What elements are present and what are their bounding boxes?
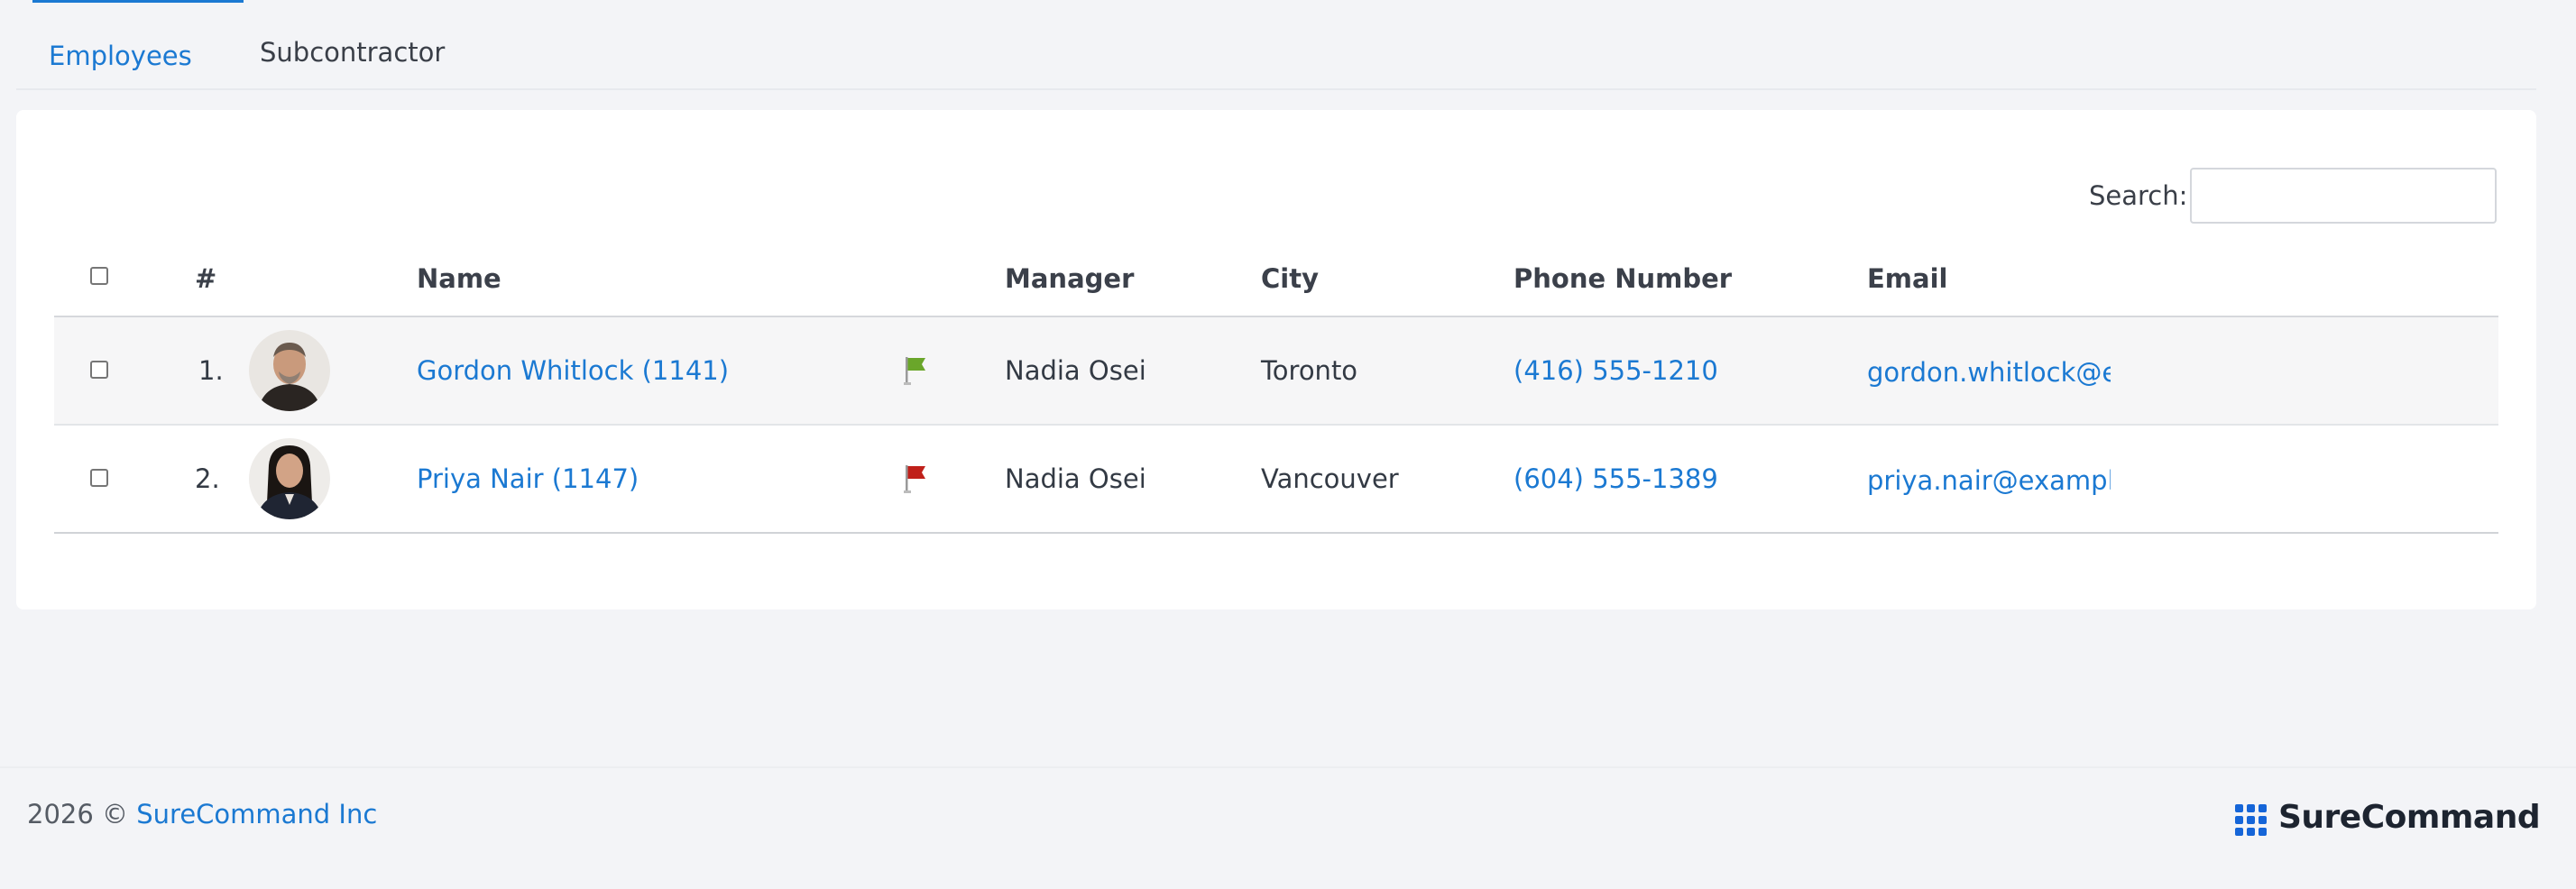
employee-name-link[interactable]: Gordon Whitlock (1141)	[417, 355, 729, 386]
select-all-checkbox[interactable]	[90, 267, 108, 285]
company-link[interactable]: SureCommand Inc	[136, 799, 377, 829]
tab-employees[interactable]: Employees	[32, 0, 244, 88]
row-checkbox[interactable]	[90, 361, 108, 379]
search-input[interactable]	[2190, 168, 2497, 224]
row-index: 2.	[195, 463, 220, 494]
employee-name-link[interactable]: Priya Nair (1147)	[417, 463, 639, 494]
search-label: Search:	[2089, 180, 2188, 211]
manager-cell: Nadia Osei	[1005, 463, 1146, 494]
status-flag-icon	[904, 465, 925, 493]
grid-logo-icon	[2235, 804, 2267, 836]
city-cell: Vancouver	[1261, 463, 1399, 494]
copyright: 2026 © SureCommand Inc	[27, 799, 377, 829]
header-phone[interactable]: Phone Number	[1513, 263, 1732, 294]
table-row: 1. Gordon Whitlock (1141) Nadia Osei Tor…	[54, 317, 2498, 426]
employee-table-card: Search: # Name Manager City Phone Number…	[16, 110, 2536, 609]
status-flag-icon	[904, 357, 925, 385]
row-index: 1.	[198, 355, 224, 386]
header-email[interactable]: Email	[1867, 263, 1947, 294]
row-checkbox[interactable]	[90, 469, 108, 487]
phone-link[interactable]: (604) 555-1389	[1513, 463, 1718, 494]
phone-link[interactable]: (416) 555-1210	[1513, 355, 1718, 386]
employee-avatar	[249, 438, 330, 519]
employee-avatar	[249, 330, 330, 411]
footer: 2026 © SureCommand Inc SureCommand	[0, 766, 2576, 889]
city-cell: Toronto	[1261, 355, 1358, 386]
table-row: 2. Priya Nair (1147) Nadia Osei Vancouve…	[54, 426, 2498, 534]
header-city[interactable]: City	[1261, 263, 1319, 294]
copyright-year: 2026 ©	[27, 799, 129, 829]
email-link[interactable]: gordon.whitlock@e	[1867, 357, 2111, 388]
header-number: #	[195, 263, 217, 294]
brand-name: SureCommand	[2278, 799, 2541, 836]
manager-cell: Nadia Osei	[1005, 355, 1146, 386]
header-name[interactable]: Name	[417, 263, 501, 294]
tab-subcontractor[interactable]: Subcontractor	[260, 16, 445, 88]
email-link[interactable]: priya.nair@exampl	[1867, 465, 2111, 496]
table-header: # Name Manager City Phone Number Email	[54, 243, 2498, 317]
tab-bar: Employees Subcontractor	[16, 0, 2536, 90]
header-manager[interactable]: Manager	[1005, 263, 1134, 294]
